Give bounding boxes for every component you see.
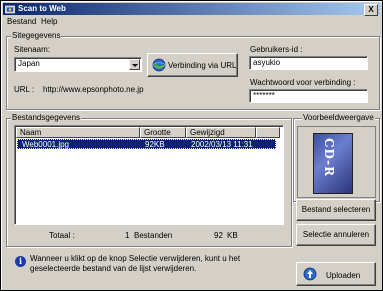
- userid-field[interactable]: asyukio: [249, 56, 368, 70]
- sitename-value: Japan: [18, 59, 40, 68]
- menu-bestand[interactable]: Bestand: [7, 17, 36, 26]
- cancel-selection-label: Selectie annuleren: [302, 230, 370, 239]
- userid-value: asyukio: [253, 58, 281, 67]
- cancel-selection-button[interactable]: Selectie annuleren: [296, 224, 376, 246]
- password-label: Wachtwoord voor verbinding :: [250, 78, 356, 87]
- password-value: *******: [253, 91, 275, 100]
- column-header-modified[interactable]: Gewijzigd: [186, 127, 256, 138]
- total-files-label: Bestanden: [134, 231, 173, 240]
- password-field[interactable]: *******: [249, 89, 368, 103]
- menu-help[interactable]: Help: [41, 17, 57, 26]
- connect-url-label: Verbinding via URL: [168, 61, 237, 70]
- table-row[interactable]: Web0001.jpg 92KB 2002/03/13 11:31: [17, 139, 276, 149]
- select-file-button[interactable]: Bestand selecteren: [296, 199, 376, 221]
- column-header-size[interactable]: Grootte: [140, 127, 186, 138]
- total-size-unit: KB: [227, 231, 238, 240]
- file-group-title: Bestandsgegevens: [11, 113, 82, 122]
- globe-icon: [152, 58, 166, 74]
- file-modified-cell: 2002/03/13 11:31: [191, 140, 253, 149]
- info-icon: i: [15, 256, 26, 267]
- title-bar[interactable]: Scan to Web X: [3, 3, 380, 16]
- info-message: Wanneer u klikt op de knop Selectie verw…: [30, 254, 241, 273]
- site-group-title: Sitegegevens: [11, 31, 62, 40]
- url-label: URL :: [14, 85, 35, 94]
- app-icon: [5, 4, 15, 14]
- preview-title: Voorbeeldweergave: [302, 113, 375, 122]
- userid-label: Gebruikers-id :: [250, 45, 303, 54]
- file-list[interactable]: Naam Grootte Gewijzigd Web0001.jpg 92KB …: [14, 125, 284, 225]
- column-header-name[interactable]: Naam: [16, 127, 140, 138]
- preview-area: CD-R: [297, 126, 376, 198]
- total-label: Totaal :: [49, 231, 75, 240]
- upload-label: Uploaden: [326, 271, 361, 280]
- upload-button[interactable]: Uploaden: [296, 262, 376, 286]
- sitename-dropdown[interactable]: Japan: [14, 57, 142, 72]
- menu-bar: Bestand Help: [3, 16, 380, 28]
- sitename-label: Sitenaam:: [14, 45, 51, 54]
- column-header-filler: [256, 127, 280, 138]
- file-name-cell: Web0001.jpg: [22, 140, 69, 149]
- total-size: 92: [214, 231, 223, 240]
- scan-to-web-window: Scan to Web X Bestand Help Sitegegevens …: [0, 0, 383, 291]
- preview-thumbnail: CD-R: [313, 133, 353, 194]
- upload-icon: [303, 267, 317, 283]
- total-count: 1: [125, 231, 130, 240]
- select-file-label: Bestand selecteren: [301, 205, 371, 214]
- url-value: http://www.epsonphoto.ne.jp: [43, 85, 144, 94]
- close-button[interactable]: X: [364, 4, 378, 16]
- chevron-down-icon[interactable]: [129, 59, 140, 70]
- window-title: Scan to Web: [18, 4, 66, 13]
- file-size-cell: 92KB: [145, 140, 165, 149]
- connect-url-button[interactable]: Verbinding via URL: [147, 53, 238, 77]
- thumbnail-text: CD-R: [322, 138, 336, 178]
